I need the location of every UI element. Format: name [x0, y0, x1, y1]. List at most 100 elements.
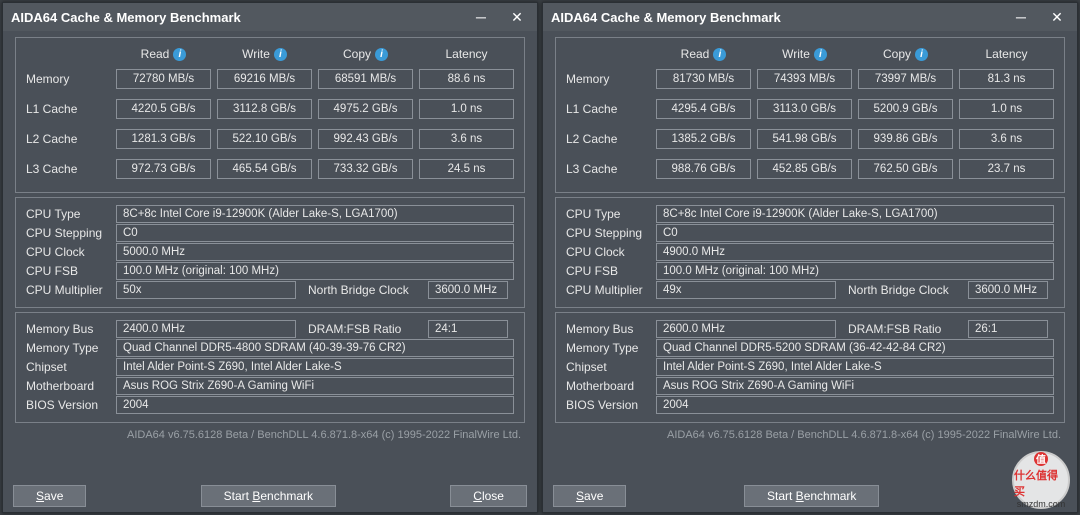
mem-type-label: Memory Type: [566, 341, 656, 355]
nb-clock-label: North Bridge Clock: [842, 283, 962, 297]
memory-copy: 73997 MB/s: [858, 69, 953, 89]
save-button[interactable]: Save: [13, 485, 86, 507]
benchmark-window-right: AIDA64 Cache & Memory Benchmark ─ ✕ Read…: [542, 2, 1078, 513]
memory-info-panel: Memory Bus2600.0 MHzDRAM:FSB Ratio26:1 M…: [555, 312, 1065, 423]
cpu-clock-value: 5000.0 MHz: [117, 246, 191, 258]
info-icon[interactable]: i: [375, 48, 388, 61]
l1-copy: 4975.2 GB/s: [318, 99, 413, 119]
l3-write: 465.54 GB/s: [217, 159, 312, 179]
watermark-badge: 值 什么值得买 smzdm.com: [1012, 451, 1070, 509]
row-l2-label: L2 Cache: [566, 132, 656, 146]
l1-write: 3112.8 GB/s: [217, 99, 312, 119]
info-icon[interactable]: i: [274, 48, 287, 61]
col-latency-label: Latency: [985, 47, 1027, 61]
cpu-stepping-value: C0: [117, 227, 144, 239]
row-memory-label: Memory: [26, 72, 116, 86]
mem-bus-value: 2600.0 MHz: [657, 323, 731, 335]
window-title: AIDA64 Cache & Memory Benchmark: [551, 10, 781, 25]
save-button[interactable]: Save: [553, 485, 626, 507]
close-button[interactable]: Close: [450, 485, 527, 507]
button-bar: Save Start Benchmark: [543, 480, 1077, 512]
mem-type-label: Memory Type: [26, 341, 116, 355]
dram-fsb-value: 24:1: [429, 323, 463, 335]
memory-write: 74393 MB/s: [757, 69, 852, 89]
dram-fsb-label: DRAM:FSB Ratio: [842, 322, 962, 336]
titlebar[interactable]: AIDA64 Cache & Memory Benchmark ─ ✕: [3, 3, 537, 31]
version-footer: AIDA64 v6.75.6128 Beta / BenchDLL 4.6.87…: [15, 427, 525, 443]
bios-label: BIOS Version: [26, 398, 116, 412]
l3-latency: 23.7 ns: [959, 159, 1054, 179]
cpu-info-panel: CPU Type8C+8c Intel Core i9-12900K (Alde…: [555, 197, 1065, 308]
watermark-text-zh: 什么值得买: [1014, 467, 1068, 499]
l1-latency: 1.0 ns: [419, 99, 514, 119]
row-l1-label: L1 Cache: [566, 102, 656, 116]
benchmark-window-left: AIDA64 Cache & Memory Benchmark ─ ✕ Read…: [2, 2, 538, 513]
cpu-mult-label: CPU Multiplier: [566, 283, 656, 297]
memory-read: 72780 MB/s: [116, 69, 211, 89]
cpu-type-label: CPU Type: [26, 207, 116, 221]
col-latency-label: Latency: [445, 47, 487, 61]
info-icon[interactable]: i: [713, 48, 726, 61]
motherboard-value: Asus ROG Strix Z690-A Gaming WiFi: [117, 380, 320, 392]
l3-latency: 24.5 ns: [419, 159, 514, 179]
cpu-type-value: 8C+8c Intel Core i9-12900K (Alder Lake-S…: [657, 208, 944, 220]
l3-read: 972.73 GB/s: [116, 159, 211, 179]
row-memory-label: Memory: [566, 72, 656, 86]
l3-write: 452.85 GB/s: [757, 159, 852, 179]
nb-clock-value: 3600.0 MHz: [429, 284, 503, 296]
l3-copy: 762.50 GB/s: [858, 159, 953, 179]
cpu-mult-label: CPU Multiplier: [26, 283, 116, 297]
motherboard-label: Motherboard: [566, 379, 656, 393]
memory-read: 81730 MB/s: [656, 69, 751, 89]
cpu-type-value: 8C+8c Intel Core i9-12900K (Alder Lake-S…: [117, 208, 404, 220]
l2-copy: 939.86 GB/s: [858, 129, 953, 149]
l3-read: 988.76 GB/s: [656, 159, 751, 179]
mem-type-value: Quad Channel DDR5-4800 SDRAM (40-39-39-7…: [117, 342, 412, 354]
cpu-fsb-label: CPU FSB: [566, 264, 656, 278]
l2-read: 1385.2 GB/s: [656, 129, 751, 149]
titlebar[interactable]: AIDA64 Cache & Memory Benchmark ─ ✕: [543, 3, 1077, 31]
col-read-label: Read: [681, 47, 710, 61]
minimize-icon[interactable]: ─: [1009, 7, 1033, 27]
close-icon[interactable]: ✕: [505, 7, 529, 27]
watermark-text-en: smzdm.com: [1017, 499, 1066, 509]
start-benchmark-button[interactable]: Start Benchmark: [744, 485, 879, 507]
memory-latency: 88.6 ns: [419, 69, 514, 89]
l2-write: 541.98 GB/s: [757, 129, 852, 149]
l2-copy: 992.43 GB/s: [318, 129, 413, 149]
memory-info-panel: Memory Bus2400.0 MHzDRAM:FSB Ratio24:1 M…: [15, 312, 525, 423]
info-icon[interactable]: i: [915, 48, 928, 61]
start-benchmark-button[interactable]: Start Benchmark: [201, 485, 336, 507]
bios-value: 2004: [657, 399, 695, 411]
cpu-stepping-label: CPU Stepping: [566, 226, 656, 240]
benchmark-panel: Readi Writei Copyi Latency Memory72780 M…: [15, 37, 525, 193]
close-icon[interactable]: ✕: [1045, 7, 1069, 27]
nb-clock-label: North Bridge Clock: [302, 283, 422, 297]
info-icon[interactable]: i: [173, 48, 186, 61]
col-copy-label: Copy: [343, 47, 371, 61]
cpu-stepping-label: CPU Stepping: [26, 226, 116, 240]
memory-write: 69216 MB/s: [217, 69, 312, 89]
chipset-value: Intel Alder Point-S Z690, Intel Alder La…: [117, 361, 348, 373]
cpu-stepping-value: C0: [657, 227, 684, 239]
window-title: AIDA64 Cache & Memory Benchmark: [11, 10, 241, 25]
memory-copy: 68591 MB/s: [318, 69, 413, 89]
motherboard-label: Motherboard: [26, 379, 116, 393]
l1-write: 3113.0 GB/s: [757, 99, 852, 119]
bios-label: BIOS Version: [566, 398, 656, 412]
l2-read: 1281.3 GB/s: [116, 129, 211, 149]
col-write-label: Write: [242, 47, 270, 61]
minimize-icon[interactable]: ─: [469, 7, 493, 27]
chipset-label: Chipset: [566, 360, 656, 374]
col-copy-label: Copy: [883, 47, 911, 61]
info-icon[interactable]: i: [814, 48, 827, 61]
cpu-mult-value: 50x: [117, 284, 148, 296]
version-footer: AIDA64 v6.75.6128 Beta / BenchDLL 4.6.87…: [555, 427, 1065, 443]
mem-bus-label: Memory Bus: [566, 322, 656, 336]
cpu-fsb-label: CPU FSB: [26, 264, 116, 278]
nb-clock-value: 3600.0 MHz: [969, 284, 1043, 296]
col-write-label: Write: [782, 47, 810, 61]
cpu-clock-label: CPU Clock: [566, 245, 656, 259]
l2-latency: 3.6 ns: [959, 129, 1054, 149]
l2-latency: 3.6 ns: [419, 129, 514, 149]
